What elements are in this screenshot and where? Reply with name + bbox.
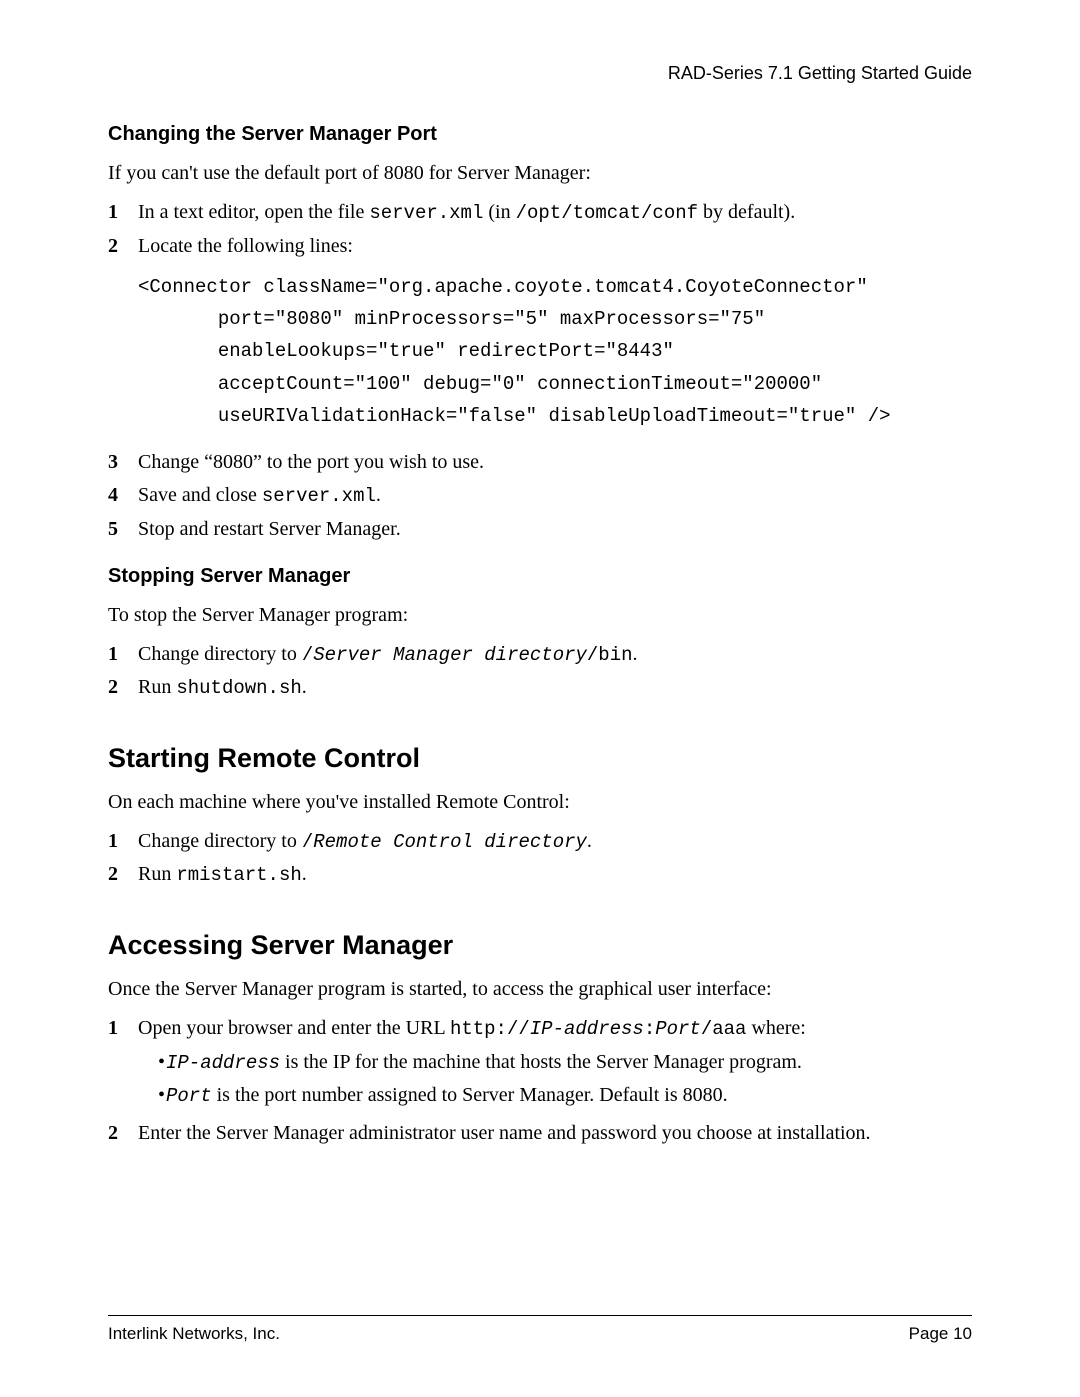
step-number: 5 — [108, 515, 138, 544]
code: / — [302, 644, 313, 666]
code: /bin — [587, 644, 633, 666]
page-footer: Interlink Networks, Inc. Page 10 — [108, 1315, 972, 1347]
steps-change-port-cont: 3 Change “8080” to the port you wish to … — [108, 448, 972, 544]
step-3: 3 Change “8080” to the port you wish to … — [108, 448, 972, 477]
footer-row: Interlink Networks, Inc. Page 10 — [108, 1322, 972, 1347]
code-ital: Port — [166, 1085, 212, 1107]
steps-start-remote: 1 Change directory to /Remote Control di… — [108, 827, 972, 890]
step-number: 1 — [108, 640, 138, 669]
code: shutdown.sh — [176, 677, 301, 699]
step-1: 1 Change directory to /Server Manager di… — [108, 640, 972, 670]
step-5: 5 Stop and restart Server Manager. — [108, 515, 972, 544]
text: is the port number assigned to Server Ma… — [212, 1084, 728, 1106]
bullet-dot: • — [138, 1081, 166, 1110]
steps-stop-sm: 1 Change directory to /Server Manager di… — [108, 640, 972, 703]
text: Run — [138, 863, 176, 885]
code-ital: Port — [655, 1018, 701, 1040]
text: where: — [746, 1017, 805, 1039]
code: server.xml — [369, 202, 483, 224]
para-remote-intro: On each machine where you've installed R… — [108, 788, 972, 817]
text: . — [302, 863, 307, 885]
text: (in — [483, 201, 515, 223]
step-body: Run shutdown.sh. — [138, 673, 972, 703]
code: /aaa — [701, 1018, 747, 1040]
step-number: 2 — [108, 1119, 138, 1148]
step-number: 2 — [108, 673, 138, 702]
footer-rule — [108, 1315, 972, 1316]
step-number: 1 — [108, 1014, 138, 1043]
step-1: 1 Change directory to /Remote Control di… — [108, 827, 972, 857]
step-number: 1 — [108, 198, 138, 227]
step-body: In a text editor, open the file server.x… — [138, 198, 972, 228]
step-1: 1 Open your browser and enter the URL ht… — [108, 1014, 972, 1115]
step-number: 2 — [108, 232, 138, 261]
step-body: Run rmistart.sh. — [138, 860, 972, 890]
code: /opt/tomcat/conf — [516, 202, 698, 224]
step-body: Enter the Server Manager administrator u… — [138, 1119, 972, 1148]
bullet-item: • IP-address is the IP for the machine t… — [138, 1048, 972, 1078]
step-number: 2 — [108, 860, 138, 889]
code-block-connector: <Connector className="org.apache.coyote.… — [138, 271, 972, 432]
heading-access-sm: Accessing Server Manager — [108, 926, 972, 965]
bullet-body: IP-address is the IP for the machine tha… — [166, 1048, 972, 1078]
step-body: Open your browser and enter the URL http… — [138, 1014, 972, 1115]
footer-page-number: Page 10 — [909, 1322, 972, 1347]
text: . — [376, 484, 381, 506]
step-body: Save and close server.xml. — [138, 481, 972, 511]
step-body: Change “8080” to the port you wish to us… — [138, 448, 972, 477]
text: Open your browser and enter the URL — [138, 1017, 450, 1039]
code: rmistart.sh — [176, 864, 301, 886]
running-header: RAD-Series 7.1 Getting Started Guide — [108, 60, 972, 86]
text: . — [633, 643, 638, 665]
code: http:// — [450, 1018, 530, 1040]
text: . — [302, 676, 307, 698]
bullet-body: Port is the port number assigned to Serv… — [166, 1081, 972, 1111]
step-2: 2 Enter the Server Manager administrator… — [108, 1119, 972, 1148]
code-ital: IP-address — [166, 1052, 280, 1074]
para-access-intro: Once the Server Manager program is start… — [108, 975, 972, 1004]
step-4: 4 Save and close server.xml. — [108, 481, 972, 511]
step-number: 1 — [108, 827, 138, 856]
subheading-stop-sm: Stopping Server Manager — [108, 562, 972, 591]
step-body: Stop and restart Server Manager. — [138, 515, 972, 544]
step-body: Change directory to /Remote Control dire… — [138, 827, 972, 857]
bullet-dot: • — [138, 1048, 166, 1077]
steps-access-sm: 1 Open your browser and enter the URL ht… — [108, 1014, 972, 1148]
code: / — [302, 831, 313, 853]
step-2: 2 Locate the following lines: — [108, 232, 972, 261]
bullet-item: • Port is the port number assigned to Se… — [138, 1081, 972, 1111]
code-ital: Server Manager directory — [313, 644, 587, 666]
document-page: RAD-Series 7.1 Getting Started Guide Cha… — [0, 0, 1080, 1397]
code: server.xml — [262, 485, 376, 507]
para-stop-intro: To stop the Server Manager program: — [108, 601, 972, 630]
heading-start-remote: Starting Remote Control — [108, 739, 972, 778]
step-body: Change directory to /Server Manager dire… — [138, 640, 972, 670]
step-number: 4 — [108, 481, 138, 510]
text: is the IP for the machine that hosts the… — [280, 1051, 802, 1073]
step-1: 1 In a text editor, open the file server… — [108, 198, 972, 228]
steps-change-port: 1 In a text editor, open the file server… — [108, 198, 972, 261]
code-ital: IP-address — [530, 1018, 644, 1040]
text: Run — [138, 676, 176, 698]
footer-company: Interlink Networks, Inc. — [108, 1322, 280, 1347]
step-body: Locate the following lines: — [138, 232, 972, 261]
code-ital: Remote Control directory — [313, 831, 587, 853]
text: In a text editor, open the file — [138, 201, 369, 223]
subheading-change-port: Changing the Server Manager Port — [108, 120, 972, 149]
step-2: 2 Run shutdown.sh. — [108, 673, 972, 703]
para-change-port-intro: If you can't use the default port of 808… — [108, 159, 972, 188]
text: Change directory to — [138, 643, 302, 665]
step-2: 2 Run rmistart.sh. — [108, 860, 972, 890]
text: . — [587, 830, 592, 852]
step-number: 3 — [108, 448, 138, 477]
text: Change directory to — [138, 830, 302, 852]
code: : — [644, 1018, 655, 1040]
text: by default). — [698, 201, 795, 223]
text: Save and close — [138, 484, 262, 506]
bullet-list: • IP-address is the IP for the machine t… — [138, 1048, 972, 1111]
